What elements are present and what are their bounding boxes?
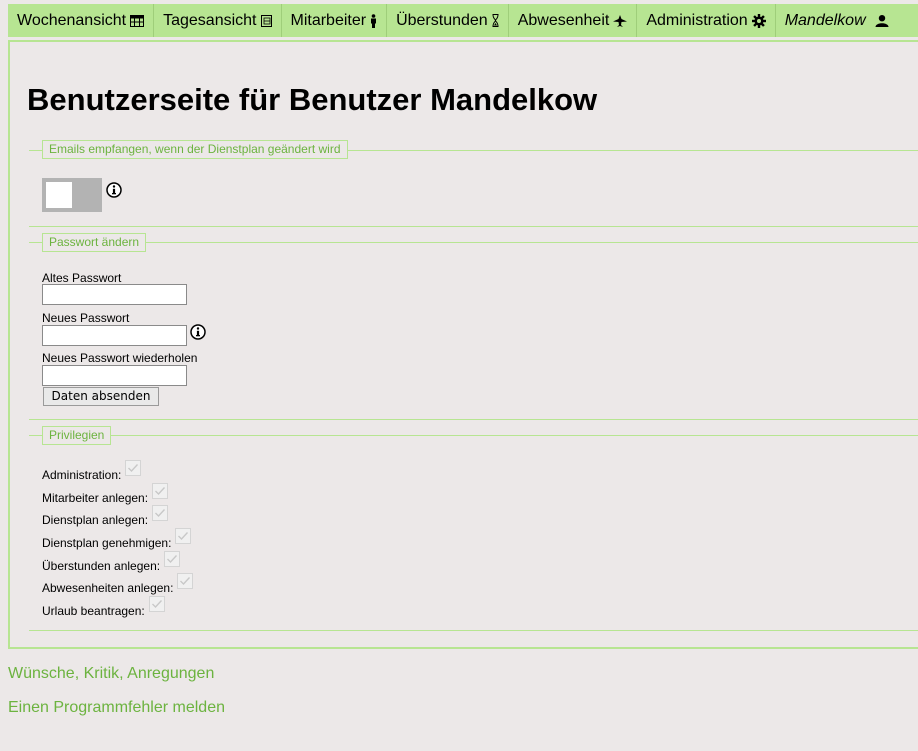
user-name-label: Mandelkow [784, 11, 866, 29]
privileges-section-top-border [29, 419, 918, 420]
email-notification-toggle[interactable] [42, 178, 102, 212]
privilege-checkbox [152, 505, 169, 521]
plane-icon [613, 14, 628, 27]
top-navigation: Wochenansicht Tagesansicht Mitarbeiter Ü… [8, 4, 918, 37]
privilege-row: Administration: [42, 460, 142, 482]
privilege-checkbox [148, 596, 165, 612]
privileges-section-legend: Privilegien [42, 426, 112, 445]
privilege-label: Dienstplan genehmigen: [42, 536, 172, 550]
repeat-password-label: Neues Passwort wiederholen [42, 351, 198, 365]
privilege-label: Abwesenheiten anlegen: [42, 581, 174, 595]
bug-report-link[interactable]: Einen Programmfehler melden [8, 699, 225, 717]
privilege-row: Überstunden anlegen: [42, 551, 181, 573]
day-view-icon [260, 14, 272, 27]
privilege-checkbox [177, 573, 194, 589]
new-password-label: Neues Passwort [42, 311, 130, 325]
privilege-checkbox [164, 551, 181, 567]
nav-item-tagesansicht[interactable]: Tagesansicht [154, 4, 282, 37]
page-title: Benutzerseite für Benutzer Mandelkow [27, 82, 598, 117]
password-section-top-border [29, 226, 918, 227]
repeat-password-input[interactable] [42, 365, 187, 386]
password-info-icon[interactable] [190, 324, 206, 340]
old-password-input[interactable] [42, 284, 187, 305]
privilege-label: Administration: [42, 468, 122, 482]
privilege-checkbox [175, 528, 192, 544]
gear-icon [751, 13, 766, 28]
privilege-checkbox [152, 483, 169, 499]
submit-button[interactable]: Daten absenden [43, 387, 159, 406]
feedback-link[interactable]: Wünsche, Kritik, Anregungen [8, 665, 214, 683]
privilege-label: Mitarbeiter anlegen: [42, 491, 149, 505]
nav-item-label: Wochenansicht [17, 11, 127, 29]
nav-item-label: Administration [646, 11, 748, 29]
privilege-label: Überstunden anlegen: [42, 559, 161, 573]
nav-item-wochenansicht[interactable]: Wochenansicht [8, 4, 155, 37]
privilege-label: Urlaub beantragen: [42, 604, 145, 618]
privilege-label: Dienstplan anlegen: [42, 513, 149, 527]
calendar-grid-icon [130, 14, 145, 27]
new-password-input[interactable] [42, 325, 187, 346]
privilege-row: Urlaub beantragen: [42, 596, 165, 618]
privilege-checkbox [125, 460, 142, 476]
nav-item-ueberstunden[interactable]: Überstunden [387, 4, 509, 37]
privilege-row: Dienstplan anlegen: [42, 505, 169, 527]
password-section-divider [29, 242, 918, 243]
email-info-icon[interactable] [106, 182, 122, 198]
password-section-legend: Passwort ändern [42, 233, 147, 252]
toggle-knob [46, 182, 72, 208]
privilege-row: Dienstplan genehmigen: [42, 528, 192, 550]
nav-item-label: Abwesenheit [517, 11, 610, 29]
nav-item-abwesenheit[interactable]: Abwesenheit [509, 4, 638, 37]
privilege-row: Abwesenheiten anlegen: [42, 573, 194, 595]
privileges-section-divider [29, 435, 918, 436]
nav-item-label: Mitarbeiter [290, 11, 367, 29]
nav-item-user[interactable]: Mandelkow [776, 4, 898, 37]
privileges-section-bottom-border [29, 630, 918, 631]
hourglass-icon [492, 14, 499, 27]
nav-item-administration[interactable]: Administration [637, 4, 776, 37]
old-password-label: Altes Passwort [42, 271, 122, 285]
privilege-row: Mitarbeiter anlegen: [42, 483, 169, 505]
nav-item-label: Überstunden [396, 11, 488, 29]
nav-item-mitarbeiter[interactable]: Mitarbeiter [282, 4, 388, 37]
email-section-legend: Emails empfangen, wenn der Dienstplan ge… [42, 140, 348, 159]
user-icon [875, 14, 889, 27]
person-icon [370, 13, 377, 28]
nav-item-label: Tagesansicht [163, 11, 257, 29]
